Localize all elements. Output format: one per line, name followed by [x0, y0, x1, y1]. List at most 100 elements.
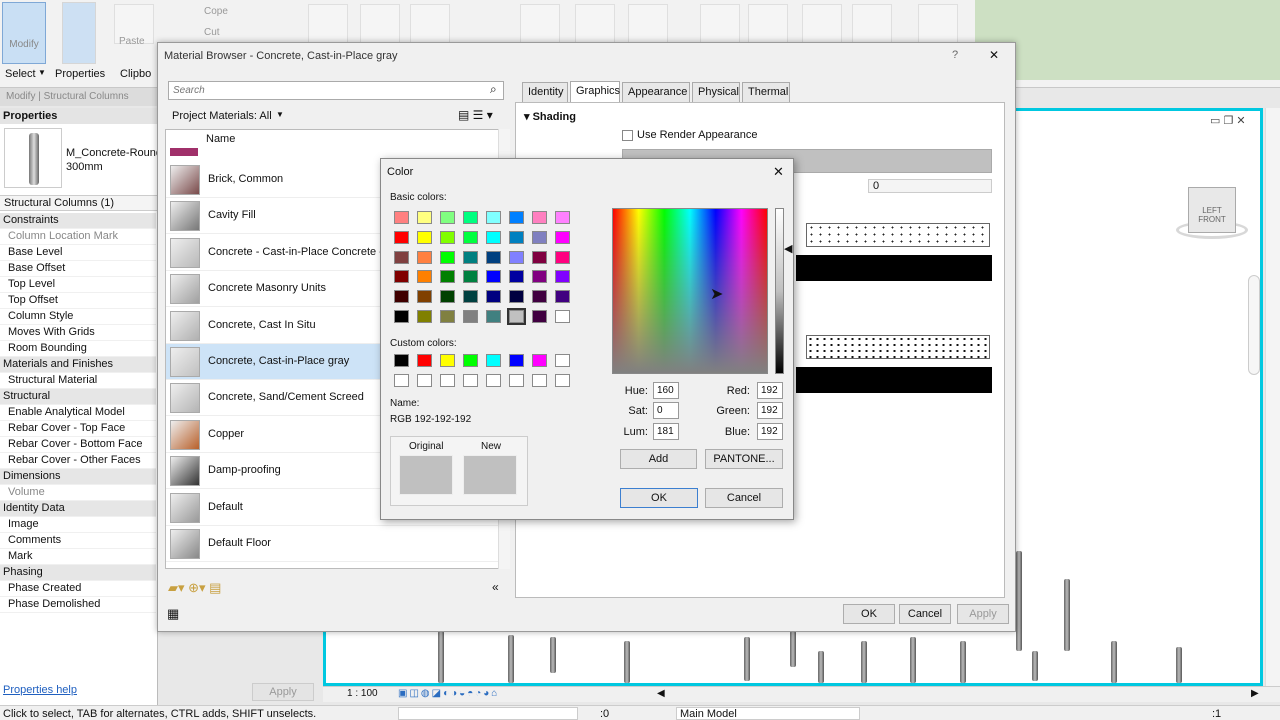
property-row[interactable]: Rebar Cover - Bottom Face — [0, 437, 156, 453]
property-row[interactable]: Top Level — [0, 277, 156, 293]
color-swatch[interactable] — [486, 373, 501, 387]
tab-thermal[interactable]: Thermal — [742, 82, 790, 102]
view-toggle-icon[interactable]: ▤ ☰ ▾ — [458, 108, 493, 122]
color-swatch[interactable] — [555, 211, 570, 224]
material-search-input[interactable]: Search — [168, 81, 504, 100]
color-swatch[interactable] — [417, 230, 432, 244]
properties-ribbon-button[interactable] — [62, 2, 96, 64]
material-cancel-button[interactable]: Cancel — [899, 604, 951, 624]
color-swatch[interactable] — [555, 270, 570, 284]
color-swatch[interactable] — [440, 211, 455, 224]
color-swatch[interactable] — [440, 310, 455, 323]
color-spectrum[interactable] — [612, 208, 768, 374]
color-swatch[interactable] — [486, 354, 501, 367]
color-close-icon[interactable]: ✕ — [773, 164, 784, 180]
color-ok-button[interactable]: OK — [620, 488, 698, 508]
property-row[interactable]: Column Location Mark — [0, 229, 156, 245]
select-panel-label[interactable]: Select — [5, 68, 36, 80]
color-swatch[interactable] — [509, 290, 524, 304]
pin-tool-icon[interactable] — [628, 4, 668, 44]
property-category[interactable]: Phasing — [0, 565, 156, 581]
instance-selector[interactable]: Structural Columns (1) — [0, 195, 158, 211]
color-swatch[interactable] — [463, 354, 478, 367]
color-swatch[interactable] — [486, 230, 501, 244]
property-row[interactable]: Rebar Cover - Top Face — [0, 421, 156, 437]
design-option-dropdown[interactable]: Main Model — [676, 707, 860, 720]
property-row[interactable]: Comments — [0, 533, 156, 549]
cut-pattern-color[interactable] — [796, 367, 992, 393]
scroll-right-icon[interactable]: ▶ — [1251, 688, 1259, 699]
material-apply-button[interactable]: Apply — [957, 604, 1009, 624]
property-category[interactable]: Dimensions — [0, 469, 156, 485]
add-color-button[interactable]: Add — [620, 449, 697, 469]
color-swatch[interactable] — [417, 211, 432, 224]
property-row[interactable]: Moves With Grids — [0, 325, 156, 341]
properties-panel-label[interactable]: Properties — [55, 68, 105, 80]
mirror-tool-icon[interactable] — [410, 4, 450, 44]
cope-label[interactable]: Cope — [204, 6, 228, 17]
color-swatch[interactable] — [532, 373, 547, 387]
color-swatch[interactable] — [509, 230, 524, 244]
color-swatch[interactable] — [555, 290, 570, 304]
color-swatch[interactable] — [417, 354, 432, 367]
clipboard-panel-label[interactable]: Clipbo — [120, 68, 151, 80]
properties-help-link[interactable]: Properties help — [3, 684, 77, 696]
property-row[interactable]: Base Offset — [0, 261, 156, 277]
attach-tool-icon[interactable] — [802, 4, 842, 44]
asset-browser-icon[interactable]: ▦ — [167, 606, 179, 622]
color-swatch[interactable] — [532, 230, 547, 244]
color-swatch[interactable] — [417, 250, 432, 264]
luminance-slider[interactable] — [775, 208, 784, 374]
material-row[interactable]: Default Floor — [166, 526, 498, 562]
color-swatch[interactable] — [417, 270, 432, 284]
surface-pattern-preview[interactable] — [806, 223, 990, 247]
detach-tool-icon[interactable] — [852, 4, 892, 44]
color-swatch[interactable] — [509, 270, 524, 284]
color-swatch[interactable] — [532, 211, 547, 224]
scale-label[interactable]: 1 : 100 — [347, 688, 378, 699]
property-row[interactable]: Rebar Cover - Other Faces — [0, 453, 156, 469]
green-input[interactable]: 192 — [757, 402, 783, 419]
lum-input[interactable]: 181 — [653, 423, 679, 440]
scale-tool-icon[interactable] — [575, 4, 615, 44]
color-swatch[interactable] — [463, 373, 478, 387]
color-swatch[interactable] — [463, 310, 478, 323]
scroll-left-icon[interactable]: ◀ — [657, 688, 665, 699]
color-swatch[interactable] — [394, 290, 409, 304]
red-input[interactable]: 192 — [757, 382, 783, 399]
color-swatch[interactable] — [509, 250, 524, 264]
color-swatch[interactable] — [463, 250, 478, 264]
property-row[interactable]: Column Style — [0, 309, 156, 325]
name-column-header[interactable]: Name — [206, 133, 235, 145]
color-swatch[interactable] — [440, 354, 455, 367]
tab-identity[interactable]: Identity — [522, 82, 568, 102]
pantone-button[interactable]: PANTONE... — [705, 449, 783, 469]
blue-input[interactable]: 192 — [757, 423, 783, 440]
color-swatch[interactable] — [532, 250, 547, 264]
tab-physical[interactable]: Physical — [692, 82, 740, 102]
property-category[interactable]: Constraints — [0, 213, 156, 229]
color-swatch[interactable] — [394, 270, 409, 284]
color-swatch[interactable] — [394, 310, 409, 323]
color-swatch[interactable] — [463, 270, 478, 284]
color-swatch[interactable] — [509, 211, 524, 224]
color-swatch[interactable] — [417, 373, 432, 387]
property-row[interactable]: Image — [0, 517, 156, 533]
color-swatch[interactable] — [486, 270, 501, 284]
color-swatch[interactable] — [532, 310, 547, 323]
view-control-icons[interactable]: ▣◫◍◪◐◑◒◓◔◕⌂ — [398, 688, 499, 699]
close-icon[interactable]: ✕ — [989, 48, 999, 62]
color-swatch[interactable] — [555, 373, 570, 387]
right-scrollbar[interactable] — [1265, 108, 1280, 686]
color-swatch[interactable] — [486, 250, 501, 264]
property-row[interactable]: Room Bounding — [0, 341, 156, 357]
color-swatch[interactable] — [440, 230, 455, 244]
color-swatch[interactable] — [532, 290, 547, 304]
property-row[interactable]: Volume — [0, 485, 156, 501]
color-swatch[interactable] — [486, 310, 501, 323]
color-swatch[interactable] — [555, 230, 570, 244]
property-row[interactable]: Base Level — [0, 245, 156, 261]
property-row[interactable]: Mark — [0, 549, 156, 565]
color-cancel-button[interactable]: Cancel — [705, 488, 783, 508]
type-name[interactable]: M_Concrete-Round — [66, 147, 162, 159]
